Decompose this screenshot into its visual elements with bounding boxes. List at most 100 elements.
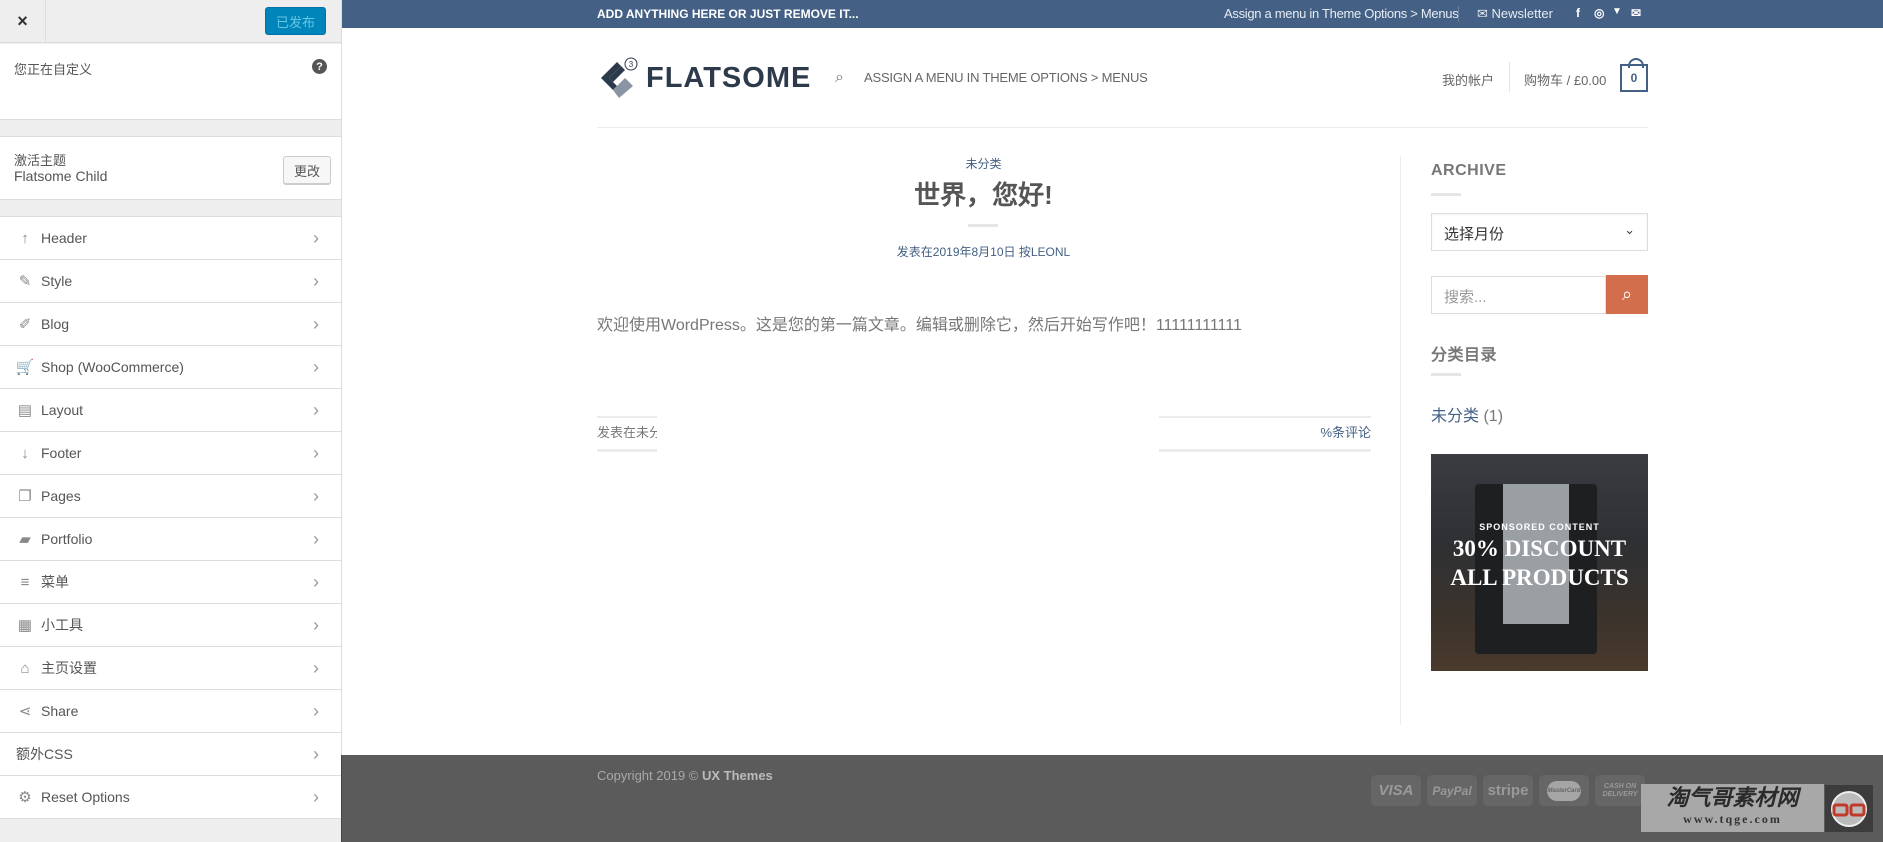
category-list-item[interactable]: 未分类 (1) — [1431, 402, 1503, 426]
customizer-section-footer[interactable]: ↓ Footer › — [0, 432, 341, 475]
active-theme-label: 激活主题 — [14, 153, 67, 168]
logo-text: FLATSOME — [646, 61, 812, 94]
copyright-label: Copyright 2019 © — [597, 768, 699, 783]
top-bar-menu-link[interactable]: Assign a menu in Theme Options > Menus — [1224, 6, 1459, 21]
title-divider — [968, 224, 998, 227]
promo-headline-1: 30% DISCOUNT — [1452, 536, 1627, 561]
watermark-url: www.tqge.com — [1683, 812, 1782, 826]
cart-bag-icon[interactable]: 0 — [1620, 58, 1648, 92]
header-bottom-divider — [597, 127, 1648, 128]
chevron-right-icon: › — [313, 614, 319, 635]
newsletter-link[interactable]: ✉ Newsletter — [1477, 6, 1553, 22]
category-count: (1) — [1483, 408, 1504, 425]
chevron-right-icon: › — [313, 227, 319, 248]
customizer-section-菜单[interactable]: ≡ 菜单 › — [0, 561, 341, 604]
arrow-up-icon: ↑ — [21, 229, 29, 247]
top-bar-divider — [1458, 6, 1459, 22]
twitter-icon[interactable]: ▼ — [1612, 6, 1622, 17]
facebook-icon[interactable]: f — [1576, 6, 1580, 20]
top-bar: ADD ANYTHING HERE OR JUST REMOVE IT... A… — [342, 0, 1883, 28]
arrow-down-icon: ↓ — [21, 444, 29, 462]
change-theme-button[interactable]: 更改 — [283, 156, 331, 184]
paintbrush-icon: ✎ — [18, 273, 32, 290]
customizer-section-小工具[interactable]: ▦ 小工具 › — [0, 604, 341, 647]
customizer-section-shop-woocommerce[interactable]: 🛒 Shop (WooCommerce) › — [0, 346, 341, 389]
promo-kicker: SPONSORED CONTENT — [1479, 522, 1600, 532]
copyright-owner-link[interactable]: UX Themes — [702, 768, 773, 783]
chevron-right-icon: › — [313, 270, 319, 291]
customizer-section-label: Footer — [41, 445, 82, 461]
customizer-sections: ↑ Header › ✎ Style › ✐ Blog › 🛒 Shop (WooCommerce)… — [0, 216, 341, 819]
watermark-banner: 淘气哥素材网 www.tqge.com — [1641, 784, 1824, 832]
share-icon: ⋖ — [18, 703, 32, 720]
customizer-section-label: Pages — [41, 488, 81, 504]
publish-button[interactable]: 已发布 — [265, 7, 326, 35]
cash-on-delivery-icon: CASH ON DELIVERY — [1595, 775, 1645, 806]
newsletter-label: Newsletter — [1491, 6, 1553, 21]
chevron-right-icon: › — [313, 571, 319, 592]
customizer-section-header[interactable]: ↑ Header › — [0, 217, 341, 260]
chevron-right-icon: › — [313, 743, 319, 764]
post-meta[interactable]: 发表在2019年8月10日 按LEONL — [597, 243, 1370, 260]
help-icon[interactable]: ? — [312, 59, 327, 74]
chevron-right-icon: › — [313, 657, 319, 678]
customizer-section-额外css[interactable]: 额外CSS › — [0, 733, 341, 776]
email-icon[interactable]: ✉ — [1631, 6, 1641, 20]
customizer-section-label: Portfolio — [41, 531, 93, 547]
main-nav-link[interactable]: ASSIGN A MENU IN THEME OPTIONS > MENUS — [864, 70, 1148, 85]
customizer-section-主页设置[interactable]: ⌂ 主页设置 › — [0, 647, 341, 690]
archive-select-value: 选择月份 — [1444, 226, 1505, 243]
chevron-right-icon: › — [313, 399, 319, 420]
copyright-text: Copyright 2019 © UX Themes — [597, 768, 773, 783]
promo-banner[interactable]: SPONSORED CONTENT 30% DISCOUNT ALL PRODU… — [1431, 454, 1648, 671]
search-icon[interactable]: ⌕ — [835, 69, 844, 87]
sidebar-search-button[interactable]: ⌕ — [1606, 275, 1648, 314]
archive-month-select[interactable]: 选择月份 ⌄ — [1431, 213, 1648, 251]
customizer-section-label: 主页设置 — [41, 660, 97, 676]
site-logo[interactable]: 3 FLATSOME — [597, 56, 811, 100]
active-theme-name: Flatsome Child — [14, 168, 108, 184]
my-account-link[interactable]: 我的帐户 — [1442, 70, 1494, 89]
sidebar-search-input[interactable]: 搜索... — [1431, 276, 1606, 314]
customizer-section-blog[interactable]: ✐ Blog › — [0, 303, 341, 346]
customizer-section-share[interactable]: ⋖ Share › — [0, 690, 341, 733]
category-link[interactable]: 未分类 — [1431, 408, 1479, 425]
customizer-section-label: Share — [41, 703, 79, 719]
chevron-right-icon: › — [313, 700, 319, 721]
customizer-section-style[interactable]: ✎ Style › — [0, 260, 341, 303]
customizer-section-pages[interactable]: ❐ Pages › — [0, 475, 341, 518]
chevron-down-icon: ⌄ — [1624, 222, 1635, 237]
menu-icon: ≡ — [20, 573, 30, 591]
instagram-icon[interactable]: ◎ — [1594, 6, 1604, 20]
post-title[interactable]: 世界，您好! — [597, 175, 1370, 212]
post-category-link[interactable]: 未分类 — [597, 155, 1370, 172]
logo-mark-icon: 3 — [601, 57, 638, 98]
customizer-section-label: 额外CSS — [16, 746, 73, 762]
layout-icon: ▤ — [17, 402, 33, 419]
post-comments-link[interactable]: %条评论 — [1159, 416, 1371, 452]
close-icon: × — [17, 11, 28, 31]
customizer-section-layout[interactable]: ▤ Layout › — [0, 389, 341, 432]
customizer-section-reset-options[interactable]: ⚙ Reset Options › — [0, 776, 341, 819]
chevron-right-icon: › — [313, 786, 319, 807]
post-footer-categories[interactable]: 发表在未分类 — [597, 416, 657, 452]
active-theme-section: 激活主题 Flatsome Child 更改 — [0, 136, 341, 200]
customizer-section-label: Layout — [41, 402, 84, 418]
site-preview: ADD ANYTHING HERE OR JUST REMOVE IT... A… — [342, 0, 1883, 842]
stripe-icon: stripe — [1483, 775, 1533, 806]
customizer-section-label: Reset Options — [41, 789, 130, 805]
envelope-icon: ✉ — [1477, 6, 1492, 21]
widget-title-divider — [1431, 193, 1461, 196]
paypal-icon: PayPal — [1427, 775, 1477, 806]
chevron-right-icon: › — [313, 442, 319, 463]
cart-link[interactable]: 购物车 / £0.00 — [1524, 70, 1606, 89]
chevron-right-icon: › — [313, 356, 319, 377]
sidebar-divider — [1400, 156, 1401, 725]
customizer-section-label: 小工具 — [41, 617, 83, 633]
customizer-section-portfolio[interactable]: ▰ Portfolio › — [0, 518, 341, 561]
pages-icon: ❐ — [18, 488, 32, 505]
watermark-title: 淘气哥素材网 — [1666, 785, 1799, 810]
logo-badge: 3 — [629, 60, 634, 69]
chevron-right-icon: › — [313, 528, 319, 549]
close-customizer-button[interactable]: × — [0, 0, 46, 43]
